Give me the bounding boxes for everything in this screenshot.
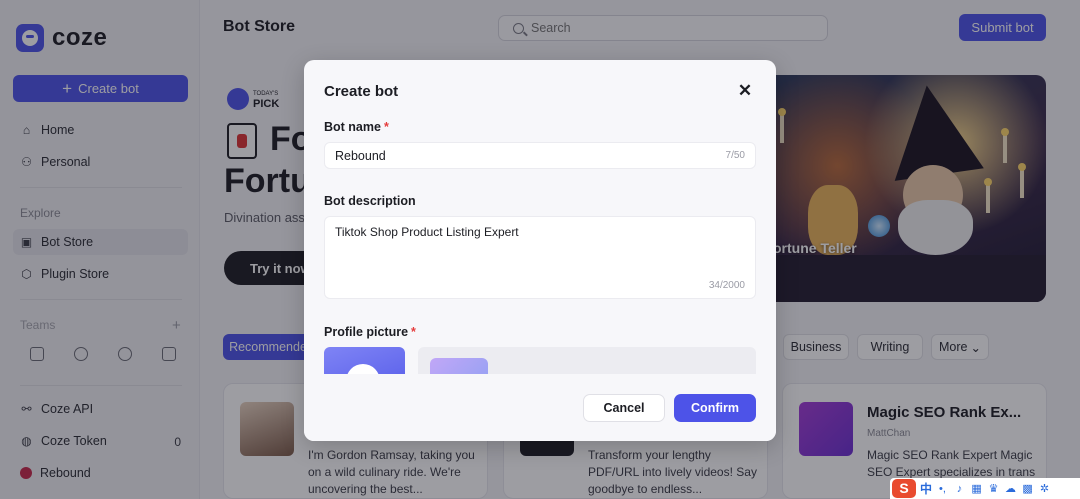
bot-name-label-text: Bot name [324,120,381,134]
punctuation-icon[interactable]: •, [936,483,949,495]
ime-toolbar: S 中 •, ♪ ▦ ♛ ☁ ▩ ✲ [890,478,1080,499]
required-mark: * [383,120,389,134]
modal-title: Create bot [324,83,399,100]
bot-description-field[interactable]: Tiktok Shop Product Listing Expert 34/20… [324,216,756,299]
grid-icon[interactable]: ▩ [1021,482,1034,495]
profile-picture-label-text: Profile picture [324,325,409,339]
bot-name-label: Bot name * [324,120,389,134]
sogou-logo-icon[interactable]: S [892,479,916,498]
settings-icon[interactable]: ✲ [1038,482,1051,495]
confirm-button[interactable]: Confirm [674,394,756,422]
modal-footer: Cancel Confirm [304,374,776,441]
bot-name-counter: 7/50 [725,150,745,161]
profile-picture-label: Profile picture * [324,325,416,339]
ime-language[interactable]: 中 [920,480,932,497]
bot-name-field[interactable]: 7/50 [324,142,756,169]
create-bot-modal: Create bot ✕ Bot name* 7/50 Bot descript… [304,60,776,441]
bot-description-label: Bot description [324,194,416,208]
bot-description-input[interactable]: Tiktok Shop Product Listing Expert [335,225,735,275]
keyboard-icon[interactable]: ▦ [970,482,983,495]
microphone-icon[interactable]: ♪ [953,483,966,495]
close-icon[interactable]: ✕ [736,82,754,100]
skin-icon[interactable]: ♛ [987,482,1000,495]
bot-name-input[interactable] [335,148,695,163]
required-mark: * [411,325,416,339]
cancel-button[interactable]: Cancel [583,394,665,422]
bot-description-counter: 34/2000 [708,280,745,291]
chat-bubble-icon[interactable]: ☁ [1004,482,1017,495]
